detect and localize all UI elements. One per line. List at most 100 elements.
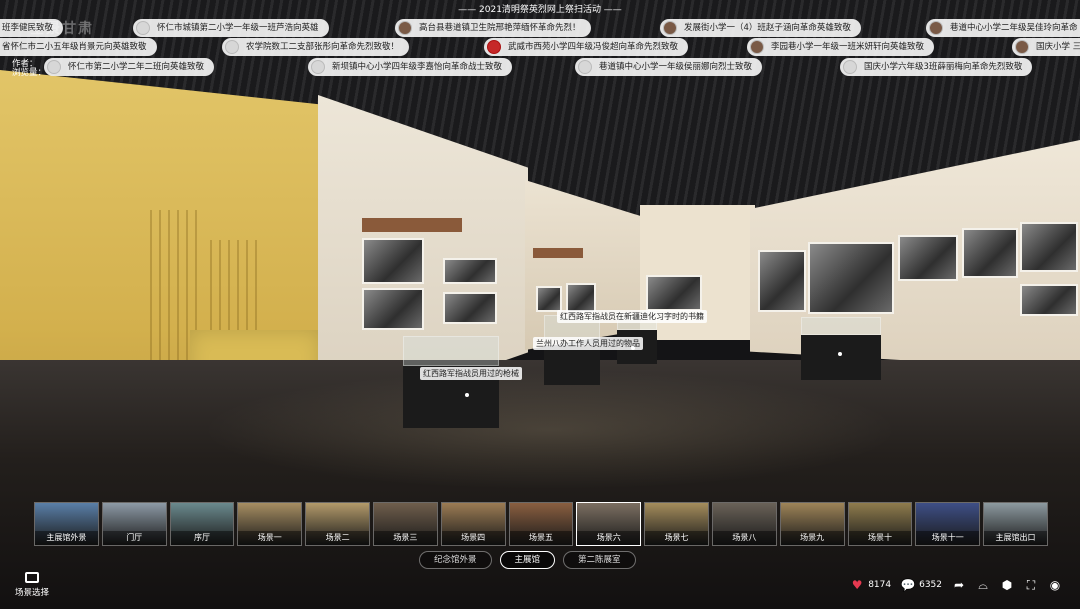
exhibit-label[interactable]: 红西路军指战员用过的枪械 (420, 367, 522, 380)
avatar (487, 40, 501, 54)
scene-thumbnail-label: 场景四 (441, 531, 505, 545)
scene-thumbnail[interactable]: 场景四 (440, 502, 506, 546)
wall-photo (362, 288, 424, 330)
avatar (663, 21, 677, 35)
display-case (801, 317, 881, 380)
wall-photo (808, 242, 894, 314)
scene-thumbnail[interactable]: 场景八 (711, 502, 777, 546)
scene-thumbnail[interactable]: 主展馆出口 (983, 502, 1048, 546)
scene-select-label: 场景选择 (14, 588, 49, 598)
wall-photo (362, 238, 424, 284)
scene-thumbnail[interactable]: 序厅 (169, 502, 235, 546)
wall-banner (362, 218, 462, 232)
scene-thumbnail[interactable]: 场景十一 (915, 502, 981, 546)
barrage-message: 班李健民致敬 (0, 19, 64, 37)
scene-thumbnail[interactable]: 场景七 (644, 502, 709, 546)
avatar (398, 21, 412, 35)
scene-thumbnail[interactable]: 主展馆外景 (34, 502, 99, 546)
scene-thumbnail[interactable]: 场景一 (237, 502, 303, 546)
avatar (47, 60, 61, 74)
wall-banner (533, 248, 583, 258)
floor (0, 360, 1080, 609)
barrage-message: 李园巷小学一年级一班米妍轩向英雄致敬 (747, 38, 935, 56)
like-button[interactable]: ♥ 8174 (850, 578, 891, 592)
scene-select-icon (25, 572, 39, 583)
scene-thumbnail[interactable]: 场景三 (372, 502, 438, 546)
comment-count: 6352 (919, 580, 942, 590)
tab-second-exhibition-room[interactable]: 第二陈展室 (563, 551, 636, 569)
wall-photo (646, 275, 702, 311)
scene-select-button[interactable]: 场景选择 (12, 572, 52, 598)
scene-thumbnail[interactable]: 场景六 (576, 502, 642, 546)
wall-photo (443, 292, 497, 324)
fullscreen-icon[interactable]: ⛶ (1024, 578, 1038, 592)
barrage-message: 怀仁市城镇第二小学一年级一班芦浩向英雄 (133, 19, 329, 37)
vr-glasses-icon[interactable]: ⌓ (976, 578, 990, 592)
wall-photo (898, 235, 958, 281)
wall-text-column (210, 240, 260, 340)
scene-thumbnail-label: 主展馆外景 (35, 531, 98, 545)
wall-photo (536, 286, 562, 312)
scene-thumbnail-label: 主展馆出口 (984, 531, 1047, 545)
hotspot-dot[interactable] (465, 393, 469, 397)
barrage-message: 农学院数工二支部张彤向革命先烈致敬！ (222, 38, 410, 56)
scene-thumbnail-label: 场景十 (848, 531, 912, 545)
scene-thumbnail-label: 场景三 (373, 531, 437, 545)
barrage-message: 发展街小学一（4）班赵子涵向革命英雄致敬 (660, 19, 861, 37)
share-icon[interactable]: ➦ (952, 578, 966, 592)
like-count: 8174 (868, 580, 892, 590)
barrage-message: 新坝镇中心小学四年级李嘉怡向革命战士致敬 (308, 58, 513, 76)
heart-icon: ♥ (851, 578, 863, 592)
scene-thumbnail[interactable]: 场景五 (508, 502, 574, 546)
avatar (929, 21, 943, 35)
barrage-message: 怀仁市第二小学二年二班向英雄致敬 (44, 58, 215, 76)
barrage-message: 国庆小学六年级3班薛丽梅向革命先烈致敬 (840, 58, 1033, 76)
avatar (1015, 40, 1029, 54)
scene-thumbnail-label: 序厅 (170, 531, 234, 545)
display-case (544, 315, 600, 385)
scene-thumbnail[interactable]: 场景十 (847, 502, 913, 546)
avatar (843, 60, 857, 74)
barrage-message: 巷道中心小学二年级吴佳玲向革命 (926, 19, 1080, 37)
scene-thumbnail[interactable]: 场景九 (779, 502, 845, 546)
hotspot-dot[interactable] (631, 346, 635, 350)
exhibit-label[interactable]: 红西路军指战员在新疆迪化习字时的书籍 (557, 310, 707, 323)
wall-photo (1020, 284, 1078, 316)
avatar (225, 40, 239, 54)
barrage-message: 武威市西苑小学四年级冯俊超向革命先烈致敬 (484, 38, 689, 56)
tab-memorial-exterior[interactable]: 纪念馆外景 (419, 551, 492, 569)
barrage-message: 国庆小学 三 (1012, 38, 1080, 56)
scene-thumbnail-label: 场景六 (577, 531, 641, 545)
wall-photo (566, 283, 596, 313)
views-label: 浏览量： (12, 68, 47, 78)
scene-thumbnail-label: 场景一 (238, 531, 302, 545)
scene-thumbnail-label: 场景二 (306, 531, 369, 545)
gyroscope-icon[interactable]: ⬢ (1000, 578, 1014, 592)
eye-icon[interactable]: ◉ (1048, 578, 1062, 592)
scene-strip: 主展馆外景 门厅 序厅 场景一 场景二 场景三 场景四 场景五 场景六 场景七 场景八 场景九 场景十场… (34, 502, 1048, 546)
tab-main-hall[interactable]: 主展馆 (499, 551, 556, 569)
barrage-message: 巷道镇中心小学一年级侯丽娜向烈士致敬 (575, 58, 763, 76)
barrage-message: 高台县巷道镇卫生院邢艳萍缅怀革命先烈！ (395, 19, 591, 37)
scene-thumbnail-label: 场景九 (780, 531, 844, 545)
scene-thumbnail-label: 场景七 (645, 531, 708, 545)
scene-thumbnail-label: 场景五 (509, 531, 573, 545)
comment-button[interactable]: 💬 6352 (901, 578, 942, 592)
wall-photo (962, 228, 1018, 278)
wall-photo (1020, 222, 1078, 272)
wall-photo (758, 250, 806, 312)
activity-title: —— 2021清明祭英烈网上祭扫活动 —— (458, 5, 622, 15)
scene-thumbnail-label: 门厅 (102, 531, 166, 545)
scene-thumbnail[interactable]: 场景二 (305, 502, 370, 546)
hotspot-dot[interactable] (838, 352, 842, 356)
scene-thumbnail[interactable]: 门厅 (101, 502, 167, 546)
avatar (136, 21, 150, 35)
exhibit-label[interactable]: 兰州八办工作人员用过的物品 (533, 337, 643, 350)
hall-tabs: 纪念馆外景 主展馆 第二陈展室 (419, 551, 636, 569)
comment-icon: 💬 (900, 578, 916, 592)
avatar (750, 40, 764, 54)
avatar (311, 60, 325, 74)
barrage-message: 省怀仁市二小五年级肖景元向英雄致敬 (0, 38, 157, 56)
scene-thumbnail-label: 场景八 (712, 531, 776, 545)
toolbar: ♥ 8174 💬 6352 ➦ ⌓ ⬢ ⛶ ◉ (850, 578, 1062, 593)
